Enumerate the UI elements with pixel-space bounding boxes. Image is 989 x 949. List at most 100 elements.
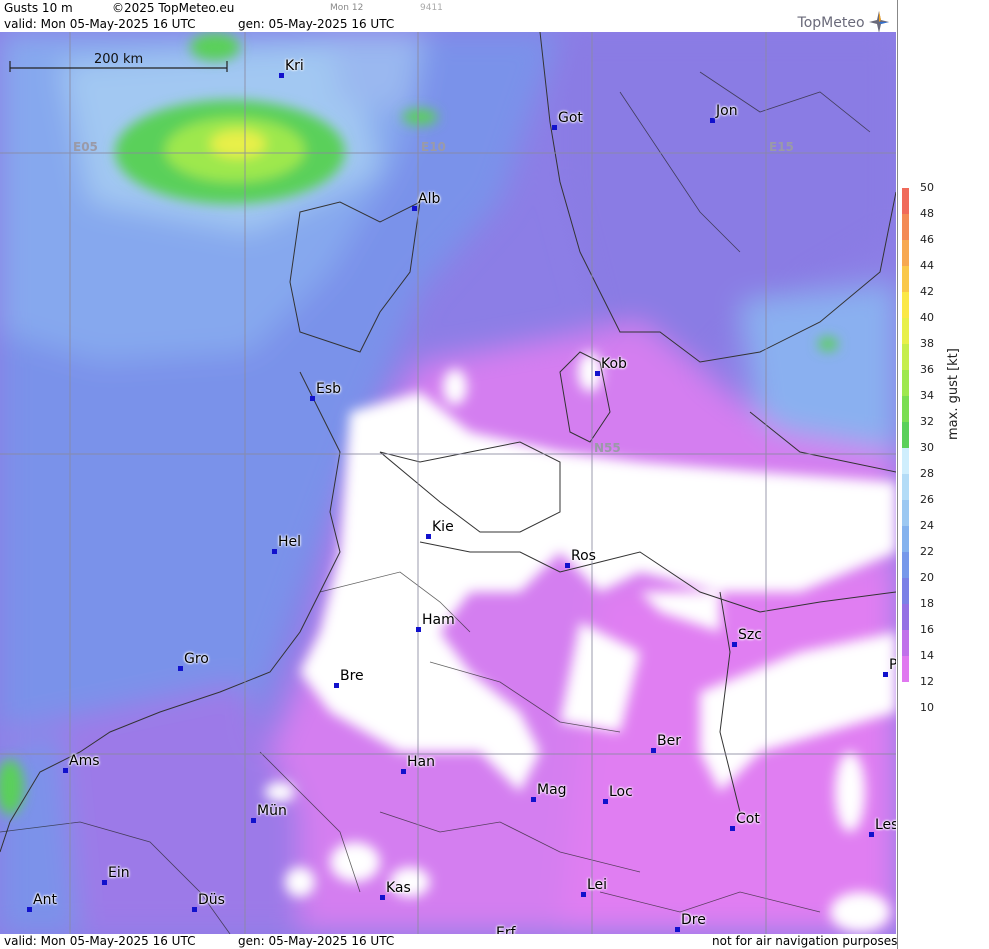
legend-color-box [902, 370, 909, 396]
city-dot [531, 797, 536, 802]
legend-tick-label: 48 [920, 207, 934, 220]
legend-color-box [902, 578, 909, 604]
gust-legend: 50 48 46 44 42 40 38 36 34 32 30 28 26 24 22 20 18 16 14 12… [897, 0, 989, 949]
disclaimer-text: not for air navigation purposes [712, 934, 898, 948]
city-label: Les [875, 817, 896, 833]
city-label: Got [558, 110, 583, 126]
city-label: Kri [285, 58, 304, 74]
legend-color-box [902, 214, 909, 240]
legend-tick-label: 22 [920, 545, 934, 558]
scale-label: 200 km [94, 52, 144, 67]
legend-color-box [902, 500, 909, 526]
legend-tick-label: 50 [920, 181, 934, 194]
city-dot [334, 683, 339, 688]
legend-tick-label: 26 [920, 493, 934, 506]
legend-color-box [902, 188, 909, 214]
city-dot [310, 396, 315, 401]
city-label: Ant [33, 892, 57, 908]
city-dot [416, 627, 421, 632]
city-dot [581, 892, 586, 897]
city-dot [401, 769, 406, 774]
city-label: Jon [716, 103, 738, 119]
header-line-2: valid: Mon 05-May-2025 16 UTC gen: 05-Ma… [0, 16, 896, 32]
city-label: Düs [198, 892, 225, 908]
legend-color-box [902, 396, 909, 422]
city-dot [603, 799, 608, 804]
grid-label-e15: E15 [769, 140, 794, 154]
legend-tick-label: 18 [920, 597, 934, 610]
city-label: Ham [422, 612, 455, 628]
city-label: Ber [657, 733, 681, 749]
city-label: Szc [738, 627, 762, 643]
city-dot [730, 826, 735, 831]
city-dot [595, 371, 600, 376]
city-dot [102, 880, 107, 885]
gust-map[interactable]: 200 km E05 E10 E15 N55 Kri Got Jon Alb K… [0, 32, 896, 934]
legend-color-box [902, 630, 909, 656]
city-label: P [889, 657, 896, 673]
logo-text: TopMeteo [797, 15, 865, 31]
city-dot [251, 818, 256, 823]
city-label: Cot [736, 811, 760, 827]
city-label: Ros [571, 548, 596, 564]
legend-color-box [902, 656, 909, 682]
legend-color-box [902, 240, 909, 266]
footer-bar: valid: Mon 05-May-2025 16 UTC gen: 05-Ma… [0, 934, 898, 949]
legend-tick-label: 10 [920, 701, 934, 714]
legend-color-box [902, 266, 909, 292]
city-label: Loc [609, 784, 633, 800]
legend-tick-label: 30 [920, 441, 934, 454]
grid-label-e10: E10 [421, 140, 446, 154]
legend-tick-label: 36 [920, 363, 934, 376]
gust-field [0, 32, 896, 934]
legend-tick-label: 38 [920, 337, 934, 350]
city-dot [710, 118, 715, 123]
legend-color-box [902, 344, 909, 370]
city-label: Kas [386, 880, 411, 896]
city-dot [412, 206, 417, 211]
city-dot [883, 672, 888, 677]
city-dot [279, 73, 284, 78]
product-title: Gusts 10 m [4, 1, 73, 15]
city-label: Han [407, 754, 435, 770]
city-dot [869, 832, 874, 837]
city-label: Mün [257, 803, 287, 819]
legend-tick-label: 40 [920, 311, 934, 324]
footer-generated-time: gen: 05-May-2025 16 UTC [238, 934, 395, 948]
legend-tick-label: 28 [920, 467, 934, 480]
header-line-1: Gusts 10 m ©2025 TopMeteo.eu Mon 12 9411 [0, 0, 896, 16]
city-label: Gro [184, 651, 209, 667]
city-label: Kie [432, 519, 454, 535]
city-label: Erf [496, 925, 516, 934]
legend-color-box [902, 318, 909, 344]
city-dot [178, 666, 183, 671]
legend-tick-label: 44 [920, 259, 934, 272]
grid-label-e05: E05 [73, 140, 98, 154]
generated-time: gen: 05-May-2025 16 UTC [238, 17, 395, 31]
legend-color-box [902, 604, 909, 630]
city-dot [27, 907, 32, 912]
legend-tick-label: 20 [920, 571, 934, 584]
valid-time: valid: Mon 05-May-2025 16 UTC [4, 17, 196, 31]
legend-tick-label: 32 [920, 415, 934, 428]
city-dot [651, 748, 656, 753]
city-dot [63, 768, 68, 773]
city-label: Kob [601, 356, 627, 372]
legend-tick-label: 16 [920, 623, 934, 636]
legend-tick-label: 12 [920, 675, 934, 688]
legend-tick-label: 14 [920, 649, 934, 662]
legend-tick-label: 42 [920, 285, 934, 298]
city-dot [732, 642, 737, 647]
city-label: Mag [537, 782, 567, 798]
city-label: Bre [340, 668, 364, 684]
city-dot [426, 534, 431, 539]
legend-color-box [902, 474, 909, 500]
city-dot [565, 563, 570, 568]
footer-valid-time: valid: Mon 05-May-2025 16 UTC [4, 934, 196, 948]
city-dot [272, 549, 277, 554]
legend-color-box [902, 422, 909, 448]
city-label: Esb [316, 381, 342, 397]
grid-label-n55: N55 [594, 441, 621, 455]
copyright-text: ©2025 TopMeteo.eu [112, 1, 235, 15]
run-code: Mon 12 [330, 3, 364, 13]
